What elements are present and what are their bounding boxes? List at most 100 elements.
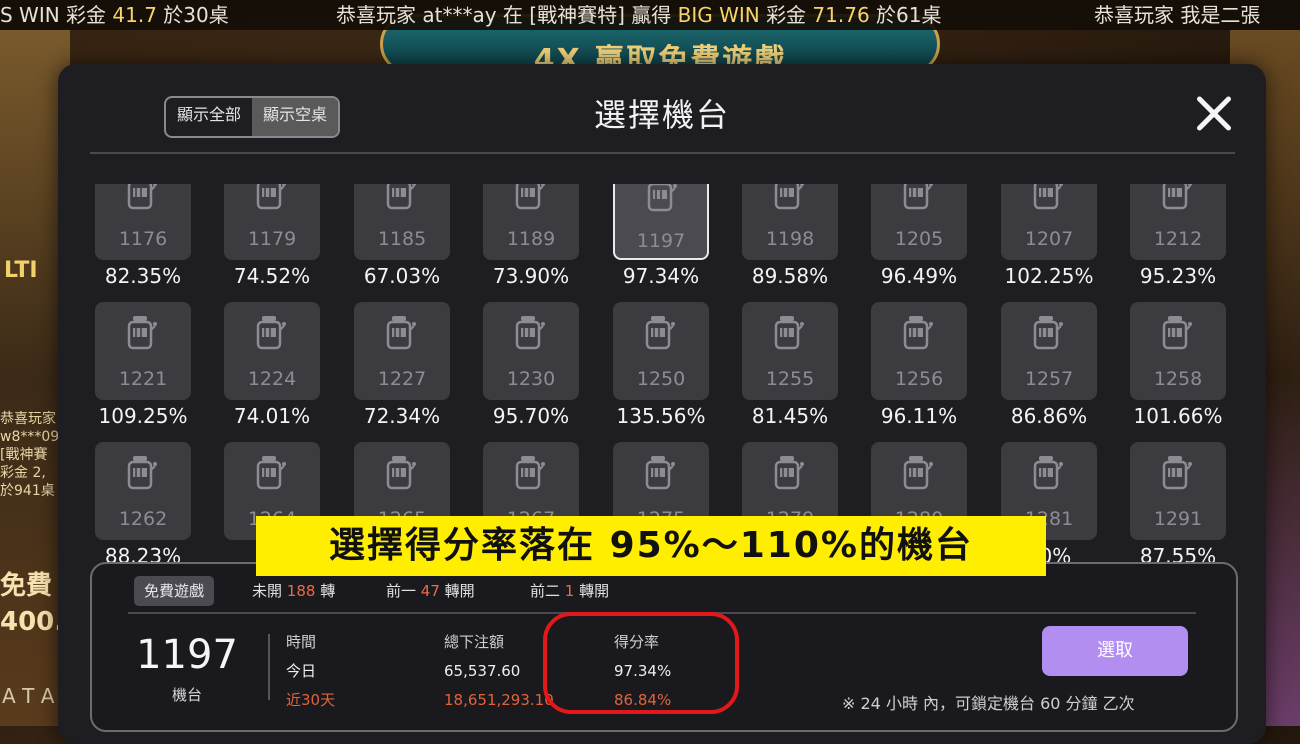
machine-tile-box[interactable]: 1197 [613,184,709,260]
machine-tile-box[interactable]: 1262 [95,442,191,540]
slot-machine-icon [127,456,157,490]
stat-unopened: 未開 188 轉 [252,582,336,600]
machine-score-rate: 135.56% [616,404,706,428]
machine-tile-box[interactable]: 1258 [1130,302,1226,400]
machine-number: 1256 [894,368,944,390]
machine-label: 機台 [171,686,202,704]
machine-score-rate: 86.86% [1010,404,1088,428]
machine-score-rate: 109.25% [98,404,188,428]
machine-tile-box[interactable]: 1255 [742,302,838,400]
machine-number: 1230 [506,368,556,390]
machine-number: 1258 [1153,368,1203,390]
machine-score-rate: 88.23% [104,544,182,562]
slot-machine-icon [774,316,804,350]
machine-tile-box[interactable]: 1205 [871,184,967,260]
machine-tile[interactable]: 1197 97.34% [606,184,716,288]
machine-tile[interactable]: 1212 95.23% [1123,184,1233,288]
machine-tile-box[interactable]: 1256 [871,302,967,400]
machine-tile-box[interactable]: 1224 [224,302,320,400]
machine-tile-box[interactable]: 1189 [483,184,579,260]
machine-number: 1185 [377,228,427,250]
slot-machine-icon [515,456,545,490]
slot-machine-icon [1033,316,1063,350]
machine-score-rate: 73.90% [492,264,570,288]
machine-tile-box[interactable]: 1179 [224,184,320,260]
machine-number: 1221 [118,368,168,390]
slot-machine-icon [903,316,933,350]
slot-machine-icon [1162,456,1192,490]
machine-tile-box[interactable]: 1176 [95,184,191,260]
slot-machine-icon [645,456,675,490]
machine-tile-box[interactable]: 1227 [354,302,450,400]
slot-machine-icon [386,184,416,210]
machine-score-rate: 74.01% [233,404,311,428]
machine-tile[interactable]: 1230 95.70% [476,302,586,428]
slot-machine-icon [647,184,677,212]
slot-machine-icon [1162,184,1192,210]
machine-tile-box[interactable]: 1185 [354,184,450,260]
machine-tile[interactable]: 1255 81.45% [735,302,845,428]
machine-tile[interactable]: 1198 89.58% [735,184,845,288]
slot-machine-icon [903,456,933,490]
background-logo: ATA [2,684,63,708]
title-divider [90,152,1235,154]
machine-tile[interactable]: 1221 109.25% [88,302,198,428]
machine-tile[interactable]: 1205 96.49% [864,184,974,288]
slot-machine-icon [127,184,157,210]
machine-tile[interactable]: 1291 87.55% [1123,442,1233,562]
machine-tile[interactable]: 1256 96.11% [864,302,974,428]
video-caption: 選擇得分率落在 95%～110%的機台 [256,516,1046,576]
machine-tile[interactable]: 1257 86.86% [994,302,1104,428]
machine-tile[interactable]: 1176 82.35% [88,184,198,288]
lock-note: ※ 24 小時 內，可鎖定機台 60 分鐘 乙次 [842,694,1135,713]
free-game-tab[interactable]: 免費遊戲 [134,576,215,606]
machine-tile-box[interactable]: 1230 [483,302,579,400]
machine-score-rate: 97.34% [622,264,700,288]
slot-machine-icon [515,184,545,210]
machine-score-rate: 72.34% [363,404,441,428]
machine-score-rate: 95.70% [492,404,570,428]
machine-score-rate: 96.49% [880,264,958,288]
machine-score-rate: 74.52% [233,264,311,288]
slot-machine-icon [127,316,157,350]
machine-tile[interactable]: 1262 88.23% [88,442,198,562]
machine-tile[interactable]: 1189 73.90% [476,184,586,288]
machine-tile-box[interactable]: 1198 [742,184,838,260]
machine-number: 1224 [247,368,297,390]
slot-machine-icon [774,184,804,210]
machine-tile[interactable]: 1227 72.34% [347,302,457,428]
machine-number: 1257 [1024,368,1074,390]
stat-previous-1: 前一 47 轉開 [386,582,475,600]
machine-number: 1179 [247,228,297,250]
machine-tile[interactable]: 1179 74.52% [217,184,327,288]
win-ticker: S WIN 彩金 41.7 於30桌 恭喜玩家 at***ay 在 [戰神賽特]… [0,0,1300,30]
machine-number: 1262 [118,508,168,530]
background-free-label: 免費 400. [0,571,65,637]
machine-tile[interactable]: 1224 74.01% [217,302,327,428]
slot-machine-icon [774,456,804,490]
slot-machine-icon [1162,316,1192,350]
machine-number: 1205 [894,228,944,250]
slot-machine-icon [386,316,416,350]
machine-tile-box[interactable]: 1291 [1130,442,1226,540]
slot-machine-icon [256,456,286,490]
select-button[interactable]: 選取 [1042,626,1188,676]
machine-number: 1291 [1153,508,1203,530]
machine-tile-box[interactable]: 1257 [1001,302,1097,400]
machine-tile[interactable]: 1207 102.25% [994,184,1104,288]
machine-tile[interactable]: 1258 101.66% [1123,302,1233,428]
machine-score-rate: 101.66% [1133,404,1223,428]
machine-score-rate: 82.35% [104,264,182,288]
slot-machine-icon [645,316,675,350]
machine-tile-box[interactable]: 1250 [613,302,709,400]
machine-tile-box[interactable]: 1212 [1130,184,1226,260]
machine-score-rate: 96.11% [880,404,958,428]
machine-grid: 1176 82.35% 1179 74.52% 1185 67.03% 1189 73.90%… [88,184,1248,562]
machine-tile[interactable]: 1250 135.56% [606,302,716,428]
machine-score-rate: 81.45% [751,404,829,428]
machine-tile-box[interactable]: 1207 [1001,184,1097,260]
close-icon[interactable] [1194,94,1234,134]
machine-tile[interactable]: 1185 67.03% [347,184,457,288]
machine-tile-box[interactable]: 1221 [95,302,191,400]
machine-number: 1198 [765,228,815,250]
